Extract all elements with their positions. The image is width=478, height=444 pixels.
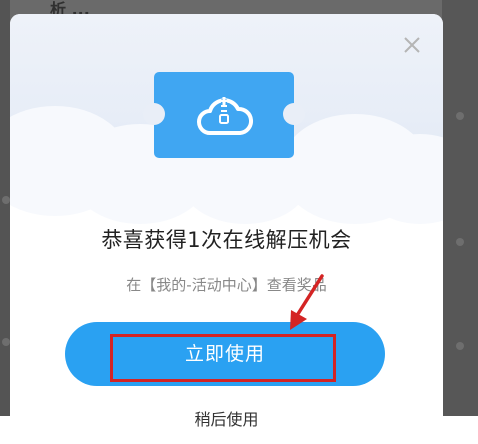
background-dot xyxy=(456,238,464,246)
background-dot xyxy=(456,342,464,350)
background-left-band xyxy=(0,0,10,416)
background-dot xyxy=(2,196,10,204)
background-right-band xyxy=(442,0,478,416)
background-dot xyxy=(2,338,10,346)
reward-dialog: 恭喜获得1次在线解压机会 在【我的-活动中心】查看奖品 立即使用 稍后使用 xyxy=(10,14,443,444)
annotation-arrow-icon xyxy=(290,274,324,330)
background-dot xyxy=(456,112,464,120)
use-later-link[interactable]: 稍后使用 xyxy=(10,406,443,430)
